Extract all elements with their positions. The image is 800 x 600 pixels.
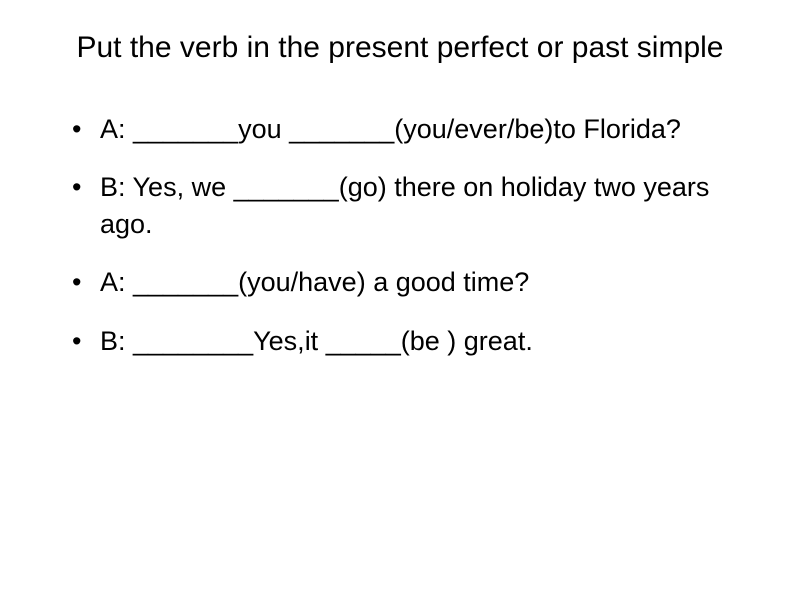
list-item: A: _______you _______(you/ever/be)to Flo…	[72, 111, 752, 147]
slide-title: Put the verb in the present perfect or p…	[48, 28, 752, 67]
exercise-list: A: _______you _______(you/ever/be)to Flo…	[48, 111, 752, 359]
list-item: B: Yes, we _______(go) there on holiday …	[72, 169, 752, 242]
list-item: B: ________Yes,it _____(be ) great.	[72, 323, 752, 359]
list-item: A: _______(you/have) a good time?	[72, 264, 752, 300]
